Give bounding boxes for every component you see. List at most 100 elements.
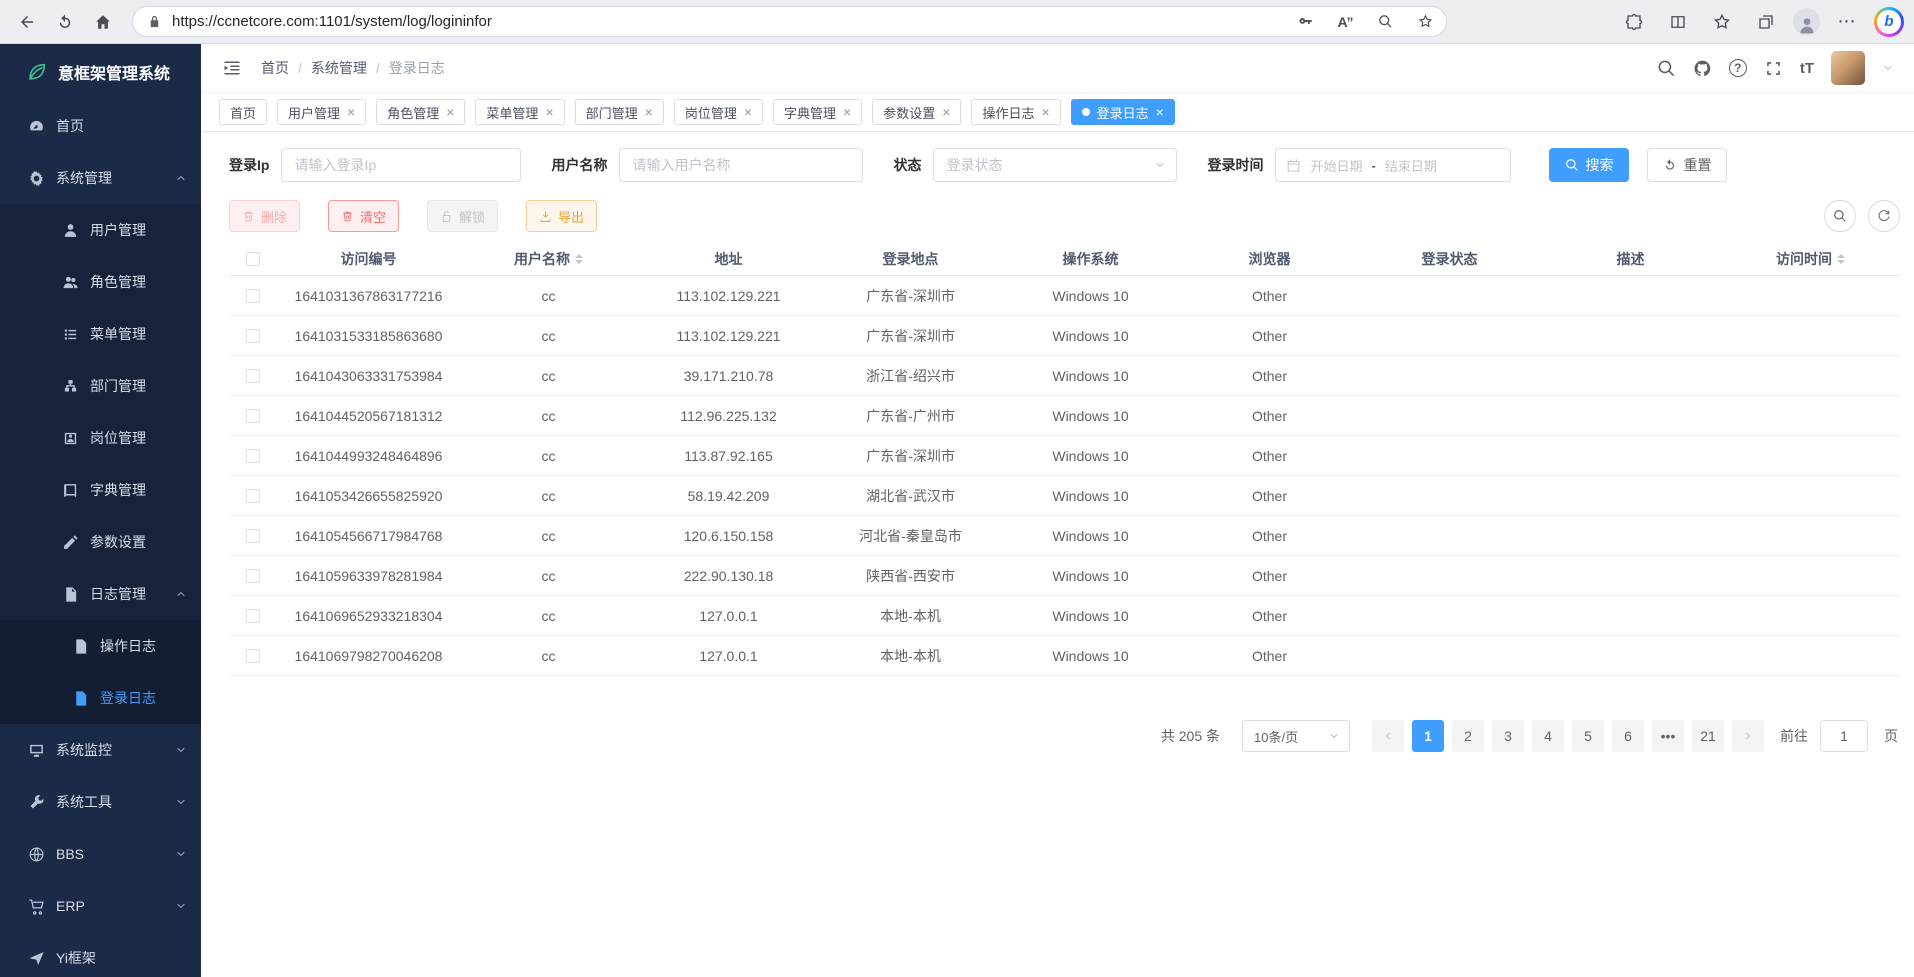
tab-department-management[interactable]: 部门管理× — [575, 99, 664, 125]
sidebar-item-operation-log[interactable]: 操作日志 — [0, 620, 201, 672]
close-icon[interactable]: × — [545, 105, 553, 119]
page-button-21[interactable]: 21 — [1692, 720, 1724, 752]
tab-role-management[interactable]: 角色管理× — [376, 99, 465, 125]
refresh-button[interactable] — [48, 5, 82, 39]
close-icon[interactable]: × — [347, 105, 355, 119]
column-header-login-location[interactable]: 登录地点 — [820, 249, 1001, 269]
row-checkbox[interactable] — [246, 329, 260, 343]
row-checkbox[interactable] — [246, 409, 260, 423]
favorites-button[interactable] — [1705, 5, 1739, 39]
close-icon[interactable]: × — [645, 105, 653, 119]
search-button[interactable]: 搜索 — [1549, 148, 1629, 182]
row-checkbox[interactable] — [246, 489, 260, 503]
sidebar-toggle-button[interactable] — [219, 55, 245, 81]
close-icon[interactable]: × — [446, 105, 454, 119]
goto-page-input[interactable] — [1820, 720, 1868, 752]
page-button-5[interactable]: 5 — [1572, 720, 1604, 752]
sidebar-item-post-management[interactable]: 岗位管理 — [0, 412, 201, 464]
sidebar-item-log-management[interactable]: 日志管理 — [0, 568, 201, 620]
row-checkbox[interactable] — [246, 369, 260, 383]
sidebar-item-system-monitoring[interactable]: 系统监控 — [0, 724, 201, 776]
row-checkbox[interactable] — [246, 609, 260, 623]
column-header-address[interactable]: 地址 — [637, 249, 820, 269]
sidebar-item-user-management[interactable]: 用户管理 — [0, 204, 201, 256]
row-checkbox[interactable] — [246, 529, 260, 543]
sort-icon[interactable] — [1837, 250, 1845, 268]
user-name-input[interactable] — [619, 148, 863, 182]
sidebar-item-parameter-settings[interactable]: 参数设置 — [0, 516, 201, 568]
home-button[interactable] — [86, 5, 120, 39]
table-row[interactable]: 1641043063331753984 cc 39.171.210.78 浙江省… — [229, 356, 1900, 396]
fullscreen-button[interactable] — [1764, 59, 1783, 78]
column-header-visit-id[interactable]: 访问编号 — [277, 249, 460, 269]
table-row[interactable]: 1641054566717984768 cc 120.6.150.158 河北省… — [229, 516, 1900, 556]
page-button-6[interactable]: 6 — [1612, 720, 1644, 752]
zoom-button[interactable] — [1370, 8, 1400, 36]
column-header-description[interactable]: 描述 — [1540, 249, 1721, 269]
close-icon[interactable]: × — [1041, 105, 1049, 119]
column-header-visit-time[interactable]: 访问时间 — [1721, 249, 1900, 269]
sidebar-item-erp[interactable]: ERP — [0, 880, 201, 932]
row-checkbox[interactable] — [246, 449, 260, 463]
collections-button[interactable] — [1749, 5, 1783, 39]
row-checkbox[interactable] — [246, 649, 260, 663]
header-search-button[interactable] — [1657, 59, 1676, 78]
tab-menu-management[interactable]: 菜单管理× — [475, 99, 564, 125]
column-header-browser[interactable]: 浏览器 — [1180, 249, 1359, 269]
tab-login-log[interactable]: 登录日志× — [1071, 99, 1175, 125]
column-header-user-name[interactable]: 用户名称 — [460, 249, 637, 269]
table-row[interactable]: 1641031533185863680 cc 113.102.129.221 广… — [229, 316, 1900, 356]
date-range-picker[interactable]: 开始日期 - 结束日期 — [1275, 148, 1511, 182]
sidebar-item-dictionary-management[interactable]: 字典管理 — [0, 464, 201, 516]
close-icon[interactable]: × — [942, 105, 950, 119]
page-size-select[interactable]: 10条/页 — [1242, 720, 1350, 752]
more-pages-button[interactable]: ••• — [1652, 720, 1684, 752]
user-avatar[interactable] — [1831, 51, 1865, 85]
address-bar[interactable]: https://ccnetcore.com:1101/system/log/lo… — [132, 6, 1447, 37]
sidebar-item-role-management[interactable]: 角色管理 — [0, 256, 201, 308]
page-button-1[interactable]: 1 — [1412, 720, 1444, 752]
table-row[interactable]: 1641069652933218304 cc 127.0.0.1 本地-本机 W… — [229, 596, 1900, 636]
extensions-button[interactable] — [1617, 5, 1651, 39]
read-aloud-button[interactable]: A” — [1330, 8, 1360, 36]
reset-button[interactable]: 重置 — [1647, 148, 1727, 182]
column-header-os[interactable]: 操作系统 — [1001, 249, 1180, 269]
page-button-4[interactable]: 4 — [1532, 720, 1564, 752]
table-row[interactable]: 1641053426655825920 cc 58.19.42.209 湖北省-… — [229, 476, 1900, 516]
sidebar-item-system-management[interactable]: 系统管理 — [0, 152, 201, 204]
browser-menu-button[interactable]: ⋯ — [1830, 5, 1864, 39]
split-screen-button[interactable] — [1661, 5, 1695, 39]
tab-parameter-settings[interactable]: 参数设置× — [872, 99, 961, 125]
sidebar-item-login-log[interactable]: 登录日志 — [0, 672, 201, 724]
row-checkbox[interactable] — [246, 289, 260, 303]
tab-dictionary-management[interactable]: 字典管理× — [773, 99, 862, 125]
clear-button[interactable]: 清空 — [328, 200, 399, 232]
close-icon[interactable]: × — [1156, 105, 1164, 119]
password-key-button[interactable] — [1290, 8, 1320, 36]
table-row[interactable]: 1641059633978281984 cc 222.90.130.18 陕西省… — [229, 556, 1900, 596]
browser-profile-button[interactable] — [1793, 8, 1820, 35]
unlock-button[interactable]: 解锁 — [427, 200, 498, 232]
column-header-login-status[interactable]: 登录状态 — [1359, 249, 1540, 269]
font-size-button[interactable]: tT — [1800, 60, 1814, 77]
url-text[interactable]: https://ccnetcore.com:1101/system/log/lo… — [172, 13, 1280, 30]
sidebar-item-home[interactable]: 首页 — [0, 100, 201, 152]
breadcrumb-system-management[interactable]: 系统管理 — [311, 58, 367, 78]
refresh-table-button[interactable] — [1868, 200, 1900, 232]
delete-button[interactable]: 删除 — [229, 200, 300, 232]
page-button-3[interactable]: 3 — [1492, 720, 1524, 752]
tab-user-management[interactable]: 用户管理× — [277, 99, 366, 125]
close-icon[interactable]: × — [843, 105, 851, 119]
row-checkbox[interactable] — [246, 569, 260, 583]
help-button[interactable]: ? — [1729, 59, 1747, 77]
bing-chat-button[interactable]: b — [1874, 7, 1904, 37]
tab-operation-log[interactable]: 操作日志× — [971, 99, 1060, 125]
app-logo[interactable]: 意框架管理系统 — [0, 44, 201, 100]
next-page-button[interactable] — [1732, 720, 1764, 752]
show-search-toggle-button[interactable] — [1824, 200, 1856, 232]
sidebar-item-yi-framework[interactable]: Yi框架 — [0, 932, 201, 977]
table-row[interactable]: 1641044520567181312 cc 112.96.225.132 广东… — [229, 396, 1900, 436]
sidebar-item-bbs[interactable]: BBS — [0, 828, 201, 880]
status-select[interactable]: 登录状态 — [933, 148, 1177, 182]
export-button[interactable]: 导出 — [526, 200, 597, 232]
